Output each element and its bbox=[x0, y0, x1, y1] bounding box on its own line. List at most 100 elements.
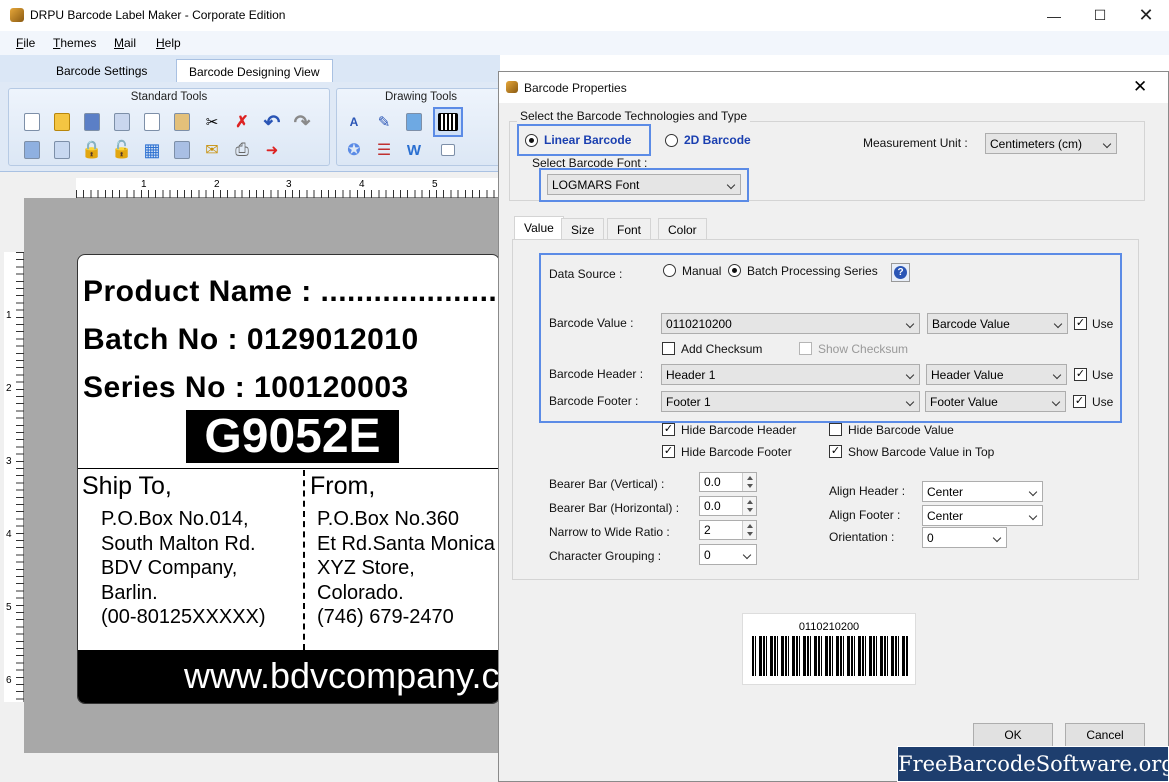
mail-icon[interactable]: ✉ bbox=[201, 139, 223, 161]
show-checksum-label[interactable]: Show Checksum bbox=[818, 342, 908, 356]
lock-icon[interactable]: 🔒 bbox=[81, 139, 103, 161]
manual-radio[interactable] bbox=[663, 264, 676, 277]
shape-tool-icon[interactable] bbox=[437, 139, 459, 161]
cancel-button[interactable]: Cancel bbox=[1065, 723, 1145, 748]
print-icon[interactable]: ⎙ bbox=[231, 139, 253, 161]
2d-barcode-label[interactable]: 2D Barcode bbox=[684, 133, 751, 147]
barcode-header-select[interactable]: Header 1 bbox=[661, 364, 920, 385]
measurement-unit-select[interactable]: Centimeters (cm) bbox=[985, 133, 1117, 154]
website-bar[interactable]: www.bdvcompany.com bbox=[78, 650, 499, 703]
send-back-icon[interactable] bbox=[21, 139, 43, 161]
show-checksum-checkbox[interactable] bbox=[799, 342, 812, 355]
star-tool-icon[interactable]: ✪ bbox=[343, 139, 365, 161]
save-as-icon[interactable] bbox=[111, 111, 133, 133]
delete-icon[interactable]: ✗ bbox=[231, 111, 253, 133]
from-address[interactable]: P.O.Box No.360 Et Rd.Santa Monica XYZ St… bbox=[317, 507, 495, 630]
from-title[interactable]: From, bbox=[310, 474, 375, 499]
series-no-text[interactable]: Series No : 100120003 bbox=[83, 371, 409, 405]
use-value-checkbox[interactable]: ✓ bbox=[1074, 317, 1087, 330]
tab-barcode-designing-view[interactable]: Barcode Designing View bbox=[176, 59, 333, 82]
manual-label[interactable]: Manual bbox=[682, 264, 721, 278]
print-preview-icon[interactable] bbox=[171, 139, 193, 161]
label-design[interactable]: Product Name : ..................... Bat… bbox=[77, 254, 500, 704]
new-icon[interactable] bbox=[21, 111, 43, 133]
bearer-vertical-input[interactable]: 0.0 bbox=[699, 472, 757, 492]
save-icon[interactable] bbox=[81, 111, 103, 133]
undo-icon[interactable]: ↶ bbox=[261, 111, 283, 134]
spinner-icon[interactable] bbox=[742, 521, 756, 539]
batch-series-label[interactable]: Batch Processing Series bbox=[747, 264, 878, 278]
linear-barcode-radio[interactable] bbox=[525, 134, 538, 147]
product-name-text[interactable]: Product Name : ..................... bbox=[83, 275, 499, 309]
align-footer-select[interactable]: Center bbox=[922, 505, 1043, 526]
paste-icon[interactable] bbox=[171, 111, 193, 133]
hide-value-label[interactable]: Hide Barcode Value bbox=[848, 423, 954, 437]
hide-header-label[interactable]: Hide Barcode Header bbox=[681, 423, 796, 437]
pen-tool-icon[interactable]: ✎ bbox=[373, 111, 395, 133]
use-header-label[interactable]: Use bbox=[1092, 368, 1113, 382]
open-icon[interactable] bbox=[51, 111, 73, 133]
window-title: DRPU Barcode Label Maker - Corporate Edi… bbox=[30, 8, 286, 22]
tab-font[interactable]: Font bbox=[607, 218, 652, 240]
use-footer-label[interactable]: Use bbox=[1092, 395, 1113, 409]
minimize-icon[interactable]: — bbox=[1031, 0, 1077, 31]
text-tool-icon[interactable]: A bbox=[343, 111, 365, 133]
barcode-tool-icon[interactable] bbox=[433, 107, 463, 137]
dialog-close-icon[interactable]: ✕ bbox=[1133, 77, 1147, 97]
menu-help[interactable]: Help bbox=[156, 36, 181, 50]
use-header-checkbox[interactable]: ✓ bbox=[1074, 368, 1087, 381]
bring-front-icon[interactable] bbox=[51, 139, 73, 161]
ratio-input[interactable]: 2 bbox=[699, 520, 757, 540]
close-icon[interactable]: ✕ bbox=[1123, 0, 1169, 31]
tab-value[interactable]: Value bbox=[514, 216, 564, 240]
hide-footer-checkbox[interactable]: ✓ bbox=[662, 445, 675, 458]
hide-value-checkbox[interactable] bbox=[829, 423, 842, 436]
show-top-label[interactable]: Show Barcode Value in Top bbox=[848, 445, 994, 459]
footer-type-select[interactable]: Footer Value bbox=[925, 391, 1066, 412]
add-checksum-label[interactable]: Add Checksum bbox=[681, 342, 762, 356]
hide-header-checkbox[interactable]: ✓ bbox=[662, 423, 675, 436]
unlock-icon[interactable]: 🔓 bbox=[111, 139, 133, 161]
batch-no-text[interactable]: Batch No : 0129012010 bbox=[83, 323, 419, 357]
code-text[interactable]: G9052E bbox=[186, 410, 399, 463]
redo-icon[interactable]: ↷ bbox=[291, 111, 313, 134]
tab-color[interactable]: Color bbox=[658, 218, 707, 240]
wordart-tool-icon[interactable]: W bbox=[403, 139, 425, 161]
help-icon[interactable]: ? bbox=[891, 263, 910, 282]
barcode-font-select[interactable]: LOGMARS Font bbox=[547, 174, 741, 195]
hide-footer-label[interactable]: Hide Barcode Footer bbox=[681, 445, 792, 459]
barcode-footer-select[interactable]: Footer 1 bbox=[661, 391, 920, 412]
tab-size[interactable]: Size bbox=[561, 218, 605, 240]
bearer-horizontal-input[interactable]: 0.0 bbox=[699, 496, 757, 516]
bearer-horizontal-value: 0.0 bbox=[704, 499, 721, 513]
ok-button[interactable]: OK bbox=[973, 723, 1053, 748]
menu-file[interactable]: File bbox=[16, 36, 35, 50]
maximize-icon[interactable]: ☐ bbox=[1077, 0, 1123, 31]
use-footer-checkbox[interactable]: ✓ bbox=[1073, 395, 1086, 408]
spinner-icon[interactable] bbox=[742, 497, 756, 515]
cut-icon[interactable]: ✂ bbox=[201, 111, 223, 133]
align-header-select[interactable]: Center bbox=[922, 481, 1043, 502]
ship-to-title[interactable]: Ship To, bbox=[82, 474, 172, 499]
linear-barcode-label[interactable]: Linear Barcode bbox=[544, 133, 631, 147]
spinner-icon[interactable] bbox=[742, 473, 756, 491]
use-value-label[interactable]: Use bbox=[1092, 317, 1113, 331]
tab-barcode-settings[interactable]: Barcode Settings bbox=[44, 59, 159, 82]
add-checksum-checkbox[interactable] bbox=[662, 342, 675, 355]
show-top-checkbox[interactable]: ✓ bbox=[829, 445, 842, 458]
header-type-select[interactable]: Header Value bbox=[926, 364, 1067, 385]
2d-barcode-radio[interactable] bbox=[665, 134, 678, 147]
export-icon[interactable]: ➜ bbox=[261, 139, 283, 161]
orientation-select[interactable]: 0 bbox=[922, 527, 1007, 548]
grid-icon[interactable]: ▦ bbox=[141, 139, 163, 161]
barcode-value-type-select[interactable]: Barcode Value bbox=[927, 313, 1068, 334]
menu-mail[interactable]: Mail bbox=[114, 36, 136, 50]
batch-series-radio[interactable] bbox=[728, 264, 741, 277]
image-tool-icon[interactable] bbox=[403, 111, 425, 133]
grouping-select[interactable]: 0 bbox=[699, 544, 757, 565]
menu-themes[interactable]: Themes bbox=[53, 36, 96, 50]
ship-to-address[interactable]: P.O.Box No.014, South Malton Rd. BDV Com… bbox=[101, 507, 266, 630]
barcode-value-select[interactable]: 0110210200 bbox=[661, 313, 920, 334]
library-tool-icon[interactable]: ☰ bbox=[373, 139, 395, 161]
copy-icon[interactable] bbox=[141, 111, 163, 133]
